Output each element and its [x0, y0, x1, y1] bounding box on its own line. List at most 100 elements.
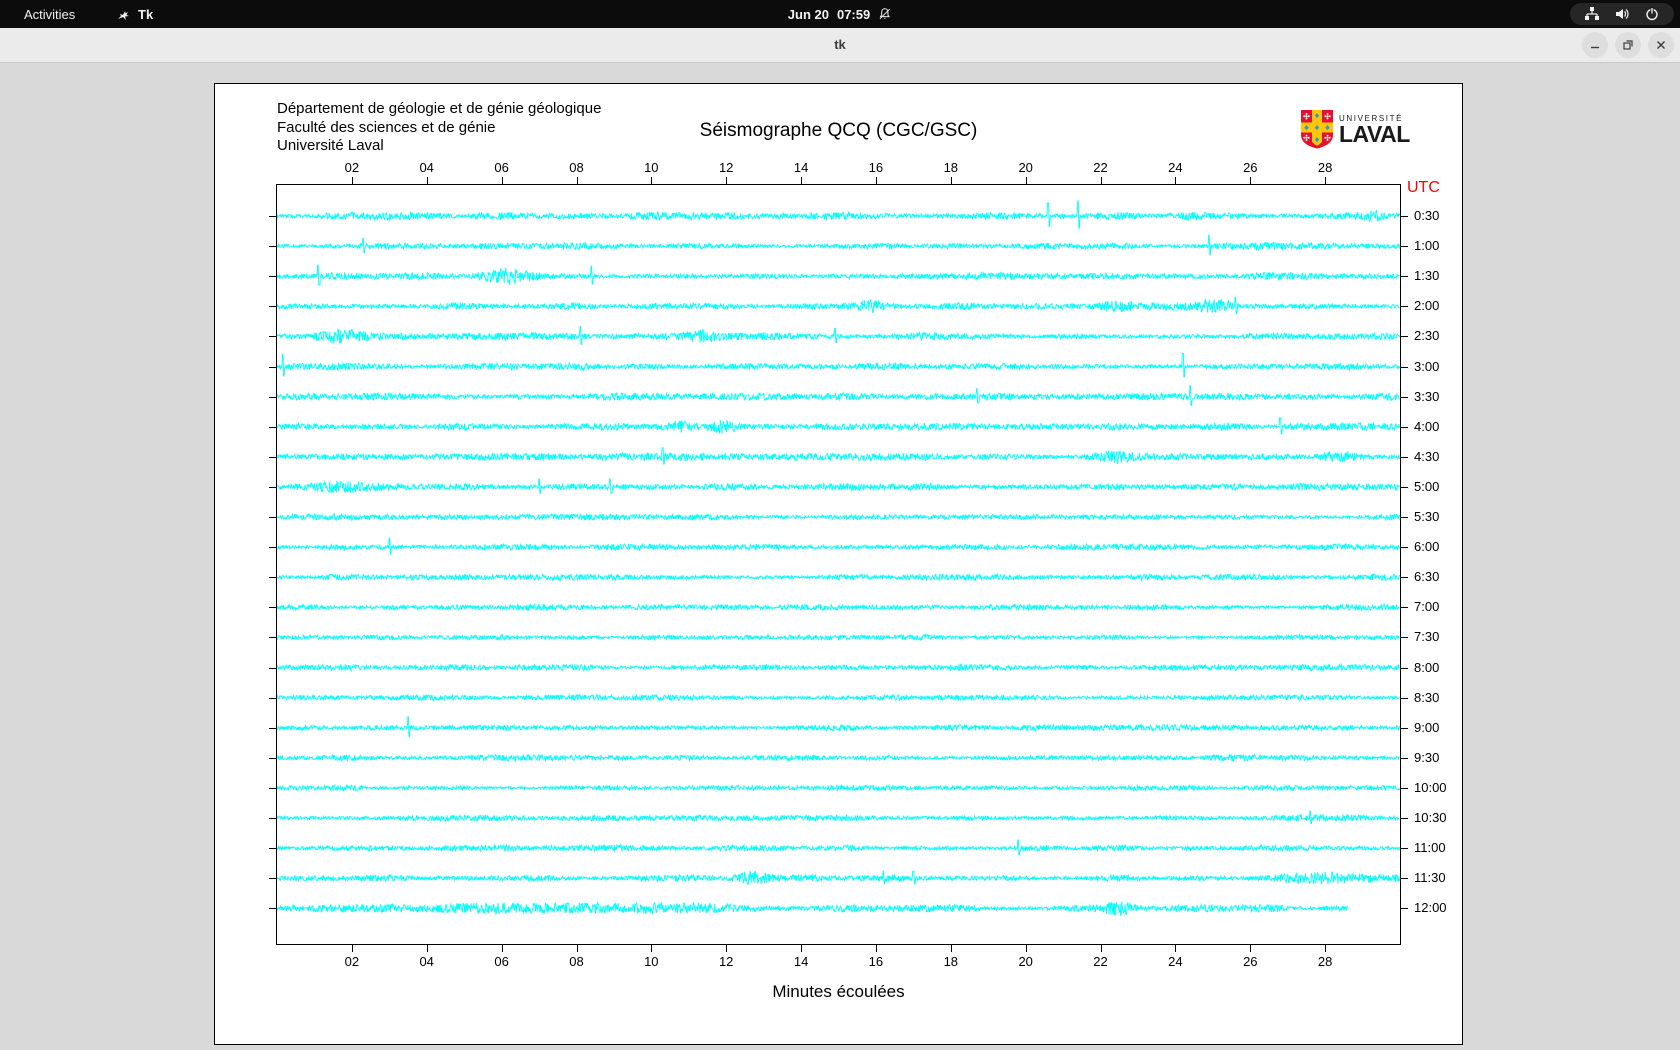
left-tick — [269, 366, 276, 368]
time-label: 9:00 — [1414, 719, 1440, 735]
time-label: 6:00 — [1414, 539, 1440, 555]
right-tick — [1401, 577, 1408, 579]
x-tick-label-bottom: 04 — [419, 954, 434, 969]
x-tick-label-bottom: 26 — [1243, 954, 1258, 969]
time-label: 12:00 — [1414, 900, 1447, 916]
right-tick — [1401, 396, 1408, 398]
seismogram-canvas: Département de géologie et de génie géol… — [214, 83, 1463, 1045]
window-titlebar[interactable]: tk — [0, 28, 1680, 63]
x-tick-top — [950, 177, 952, 184]
trace-row — [277, 633, 1400, 642]
time-label: 7:00 — [1414, 599, 1440, 615]
right-tick — [1401, 336, 1408, 338]
x-tick-label-bottom: 24 — [1168, 954, 1183, 969]
right-tick — [1401, 456, 1408, 458]
chart-title: Séismographe QCQ (CGC/GSC) — [699, 120, 978, 141]
time-label: 7:30 — [1414, 629, 1440, 645]
x-tick-bottom — [1175, 945, 1177, 952]
x-tick-label-top: 06 — [494, 160, 509, 175]
left-tick — [269, 456, 276, 458]
trace-row — [277, 296, 1400, 314]
left-tick — [269, 727, 276, 729]
right-tick — [1401, 787, 1408, 789]
x-tick-label-bottom: 06 — [494, 954, 509, 969]
app-menu[interactable]: Tk — [108, 0, 161, 28]
time-label: 8:00 — [1414, 659, 1440, 675]
universite-laval-logo: UNIVERSITÉ LAVAL — [1300, 109, 1410, 154]
x-tick-top — [426, 177, 428, 184]
system-tray[interactable] — [1570, 3, 1674, 25]
time-label: 10:00 — [1414, 779, 1447, 795]
trace-row — [277, 537, 1400, 555]
x-tick-label-bottom: 16 — [868, 954, 884, 969]
minimize-icon — [1591, 46, 1599, 49]
trace-row — [277, 447, 1400, 465]
trace-row — [277, 385, 1400, 406]
x-tick-label-bottom: 14 — [793, 954, 809, 969]
x-tick-label-top: 08 — [569, 160, 584, 175]
x-tick-label-top: 20 — [1018, 160, 1033, 175]
left-tick — [269, 787, 276, 789]
activities-button[interactable]: Activities — [14, 0, 85, 28]
x-tick-label-top: 22 — [1093, 160, 1108, 175]
time-label: 1:00 — [1414, 238, 1440, 254]
x-tick-top — [801, 177, 803, 184]
right-tick — [1401, 848, 1408, 850]
x-tick-top — [576, 177, 578, 184]
left-tick — [269, 216, 276, 217]
x-tick-bottom — [950, 945, 952, 952]
power-icon — [1644, 6, 1660, 22]
restore-icon — [1623, 40, 1633, 50]
left-tick — [269, 607, 276, 609]
x-tick-bottom — [426, 945, 428, 952]
right-tick — [1401, 486, 1408, 488]
clock-button[interactable]: Jun 20 07:59 — [788, 0, 892, 28]
x-tick-label-top: 28 — [1317, 160, 1333, 175]
x-tick-label-bottom: 20 — [1018, 954, 1033, 969]
x-tick-bottom — [801, 945, 803, 952]
app-menu-label: Tk — [138, 6, 154, 22]
x-tick-top — [501, 177, 503, 184]
minimize-button[interactable] — [1582, 32, 1608, 58]
right-tick — [1401, 697, 1408, 699]
close-button[interactable] — [1648, 32, 1674, 58]
x-tick-bottom — [576, 945, 578, 952]
x-tick-top — [1325, 177, 1327, 184]
x-tick-label-bottom: 28 — [1317, 954, 1333, 969]
right-tick — [1401, 667, 1408, 669]
time-label: 2:00 — [1414, 298, 1440, 314]
laval-shield-icon — [1300, 109, 1334, 154]
left-tick — [269, 547, 276, 549]
x-tick-top — [875, 177, 877, 184]
left-tick — [269, 757, 276, 759]
trace-row — [277, 353, 1400, 378]
right-tick — [1401, 517, 1408, 518]
time-label: 5:00 — [1414, 478, 1440, 494]
x-tick-label-top: 14 — [793, 160, 809, 175]
trace-row — [277, 264, 1400, 286]
trace-row — [277, 325, 1400, 345]
trace-row — [277, 901, 1348, 917]
maximize-button[interactable] — [1615, 32, 1641, 58]
x-tick-bottom — [1025, 945, 1027, 952]
x-tick-top — [1175, 177, 1177, 184]
time-label: 0:30 — [1414, 208, 1440, 223]
left-tick — [269, 908, 276, 910]
time-label: 10:30 — [1414, 810, 1447, 825]
x-tick-bottom — [501, 945, 503, 952]
right-tick — [1401, 637, 1408, 639]
left-tick — [269, 246, 276, 248]
trace-row — [277, 512, 1400, 522]
x-tick-top — [351, 177, 353, 184]
time-label: 11:30 — [1414, 870, 1446, 886]
left-tick — [269, 517, 276, 518]
time-label: 8:30 — [1414, 689, 1440, 705]
time-label: 2:30 — [1414, 328, 1440, 344]
left-tick — [269, 878, 276, 880]
left-tick — [269, 336, 276, 338]
trace-row — [277, 602, 1400, 612]
right-tick — [1401, 216, 1408, 217]
trace-row — [277, 810, 1400, 825]
x-tick-top — [651, 177, 653, 184]
left-tick — [269, 486, 276, 488]
